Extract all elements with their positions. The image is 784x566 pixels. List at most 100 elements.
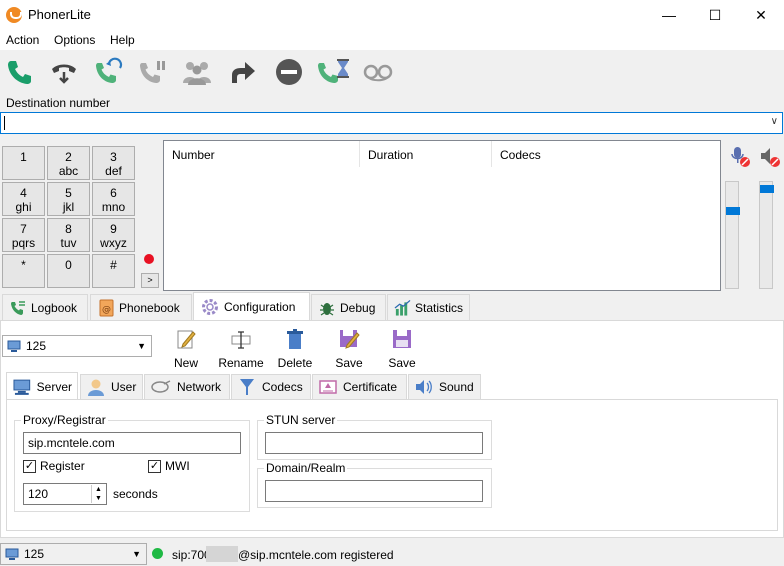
save-icon [393,330,411,348]
expiry-input[interactable]: 120 ▲ ▼ [23,483,107,505]
domain-label: Domain/Realm [264,461,348,475]
tab-configuration[interactable]: Configuration [193,292,310,321]
tab-debug[interactable]: Debug [311,294,386,320]
tab-phonebook-label: Phonebook [119,300,180,315]
account-value: 125 [26,339,47,353]
tab-network[interactable]: Network [144,374,230,399]
key-0[interactable]: 0 [47,254,90,288]
mwi-label: MWI [165,459,190,473]
register-checkbox[interactable]: ✓ [23,460,36,473]
column-number[interactable]: Number [164,141,360,167]
window-title: PhonerLite [28,7,91,22]
speaker-mute-icon[interactable] [759,146,781,168]
text-caret [4,116,5,130]
chevron-down-icon[interactable]: ∨ [771,116,778,127]
key-star[interactable]: * [2,254,45,288]
minimize-button[interactable]: — [646,0,692,30]
hangup-icon[interactable] [47,55,81,89]
tab-server-label: Server [36,379,72,394]
expand-button[interactable]: > [141,273,159,288]
mwi-checkbox[interactable]: ✓ [148,460,161,473]
key-8[interactable]: 8 tuv [47,218,90,252]
tab-network-label: Network [177,380,222,394]
stun-label: STUN server [264,413,338,427]
proxy-input[interactable]: sip.mcntele.com [23,432,241,454]
key-5[interactable]: 5 jkl [47,182,90,216]
save-label: Save [388,356,416,370]
register-label: Register [40,459,85,473]
call-icon[interactable] [3,55,37,89]
server-icon [5,548,19,560]
sound-icon [416,380,432,394]
menu-options[interactable]: Options [54,33,95,47]
call-back-icon[interactable] [91,55,125,89]
tab-logbook[interactable]: Logbook [2,294,88,320]
chevron-down-icon: ▼ [137,341,146,351]
server-icon [13,379,31,395]
key-1[interactable]: 1 [2,146,45,180]
spinner-arrows-icon[interactable]: ▲ ▼ [91,485,105,503]
stun-group: STUN server [257,413,492,460]
destination-input[interactable]: ∨ [0,112,783,134]
user-icon [88,379,104,396]
key-2[interactable]: 2 abc [47,146,90,180]
delete-button[interactable]: Delete [275,328,315,370]
new-label: New [173,356,198,370]
record-icon[interactable] [144,254,154,264]
tab-codecs[interactable]: Codecs [231,374,311,399]
key-3[interactable]: 3 def [92,146,135,180]
gear-icon [202,299,218,315]
conference-icon[interactable] [180,55,214,89]
key-6[interactable]: 6 mno [92,182,135,216]
redacted-block [206,546,238,562]
rename-button[interactable]: Rename [216,328,266,370]
anonymous-icon[interactable] [361,55,395,89]
account-select[interactable]: 125 ▼ [2,335,152,357]
server-settings-panel: Proxy/Registrar sip.mcntele.com ✓ Regist… [6,399,778,531]
key-9[interactable]: 9 wxyz [92,218,135,252]
status-account-value: 125 [24,547,45,561]
key-hash[interactable]: # [92,254,135,288]
column-duration[interactable]: Duration [360,141,492,167]
speaker-volume-slider[interactable] [759,181,774,289]
call-wait-icon[interactable] [316,55,350,89]
menu-help[interactable]: Help [110,33,135,47]
close-button[interactable]: ✕ [738,0,784,30]
statistics-icon [394,299,411,316]
tab-certificate[interactable]: Certificate [312,374,407,399]
registration-status-text: @sip.mcntele.com registered [238,548,394,562]
hold-icon[interactable] [135,55,169,89]
toolbar [0,50,784,94]
tab-sound[interactable]: Sound [408,374,481,399]
tab-debug-label: Debug [340,300,376,315]
svg-text:@: @ [102,305,111,315]
forward-icon[interactable] [225,55,259,89]
menu-action[interactable]: Action [6,33,39,47]
key-4[interactable]: 4 ghi [2,182,45,216]
save-as-button[interactable]: Save as... [323,328,375,384]
new-button[interactable]: New [170,328,202,370]
call-list[interactable]: Number Duration Codecs [163,140,721,291]
key-7[interactable]: 7 pqrs [2,218,45,252]
microphone-volume-thumb[interactable] [726,207,740,215]
domain-input[interactable] [265,480,483,502]
tab-user[interactable]: User [80,374,143,399]
stun-input[interactable] [265,432,483,454]
status-account-select[interactable]: 125 ▼ [0,543,147,565]
microphone-volume-slider[interactable] [725,181,740,289]
speaker-volume-thumb[interactable] [760,185,774,193]
save-button[interactable]: Save [386,328,418,370]
maximize-button[interactable]: ☐ [692,0,738,30]
tab-statistics[interactable]: Statistics [387,294,470,320]
tab-statistics-label: Statistics [414,300,463,315]
bug-icon [320,302,334,315]
microphone-mute-icon[interactable] [729,146,751,168]
certificate-icon [319,380,337,394]
do-not-disturb-icon[interactable] [272,55,306,89]
save-as-icon [340,330,360,349]
delete-icon [287,329,303,349]
tab-server[interactable]: Server [6,372,78,400]
tab-phonebook[interactable]: @ Phonebook [90,294,192,320]
column-codecs[interactable]: Codecs [492,141,602,167]
new-icon [177,330,196,349]
